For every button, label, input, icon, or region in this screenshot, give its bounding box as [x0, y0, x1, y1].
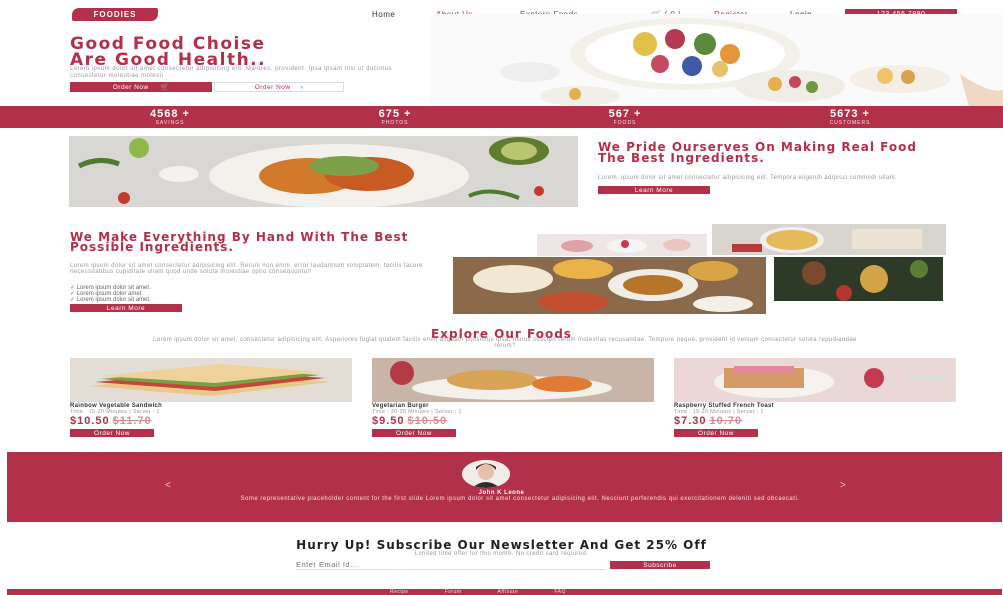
- price-old: $11.70: [112, 415, 152, 427]
- pride-learn-more-button[interactable]: Learn More: [598, 186, 710, 194]
- food-card-price: $10.50 $11.70: [70, 415, 152, 427]
- explore-text: Lorem ipsum dolor sit amet, consectetur …: [153, 337, 857, 349]
- food-card-image-sandwich: [70, 358, 352, 402]
- pride-food-image: [69, 136, 578, 207]
- avatar: [462, 460, 510, 488]
- hero-title: Good Food Choise Are Good Health..: [70, 36, 450, 69]
- footer-link[interactable]: Recipe: [390, 589, 409, 595]
- testimonial-quote: Some representative placeholder content …: [240, 496, 800, 502]
- stat-number: 675 +: [378, 108, 412, 120]
- subscribe-button[interactable]: Subscribe: [610, 561, 710, 569]
- stat-number: 567 +: [608, 108, 642, 120]
- list-item: Lorem ipsum dolor sit amet.: [70, 297, 151, 303]
- stat-foods: 567 + FOODS: [590, 108, 660, 126]
- hero-food-image: [430, 14, 1003, 110]
- food-card-price: $7.30 10.70: [674, 415, 742, 427]
- food-card: Rainbow Vegetable Sandwich Time : 15-20 …: [70, 358, 352, 440]
- stat-label: PHOTOS: [381, 120, 409, 126]
- stat-number: 4568 +: [150, 108, 190, 120]
- food-card-price: $9.50 $10.50: [372, 415, 447, 427]
- stat-number: 5673 +: [830, 108, 870, 120]
- food-card-order-button[interactable]: Order Now: [372, 429, 456, 437]
- logo[interactable]: FOODIES: [72, 8, 158, 21]
- hero-order-now-button[interactable]: Order Now 🛒: [70, 82, 212, 92]
- newsletter-title: Hurry Up! Subscribe Our Newsletter And G…: [296, 538, 707, 552]
- cart-icon: 🛒: [160, 84, 170, 91]
- hero-order-now-label: Order Now: [112, 83, 149, 91]
- stat-savings: 4568 + SAVINGS: [130, 108, 210, 126]
- price-current: $7.30: [674, 415, 707, 427]
- collage-image-pie: [712, 224, 946, 255]
- food-card-order-button[interactable]: Order Now: [70, 429, 154, 437]
- footer-link[interactable]: Forum: [445, 589, 462, 595]
- footer-link[interactable]: Affiliate: [498, 589, 519, 595]
- price-current: $10.50: [70, 415, 110, 427]
- pride-text: Lorem, ipsum dolor sit amet consectetur …: [598, 175, 898, 181]
- nav-home-link[interactable]: Home: [372, 10, 395, 19]
- food-card: Vegetarian Burger Time : 30-35 Minutes |…: [372, 358, 654, 440]
- handmade-learn-more-button[interactable]: Learn More: [70, 304, 182, 312]
- stat-label: SAVINGS: [155, 120, 185, 126]
- price-old: $10.50: [407, 415, 448, 427]
- email-field[interactable]: [296, 560, 606, 570]
- food-card-order-button[interactable]: Order Now: [674, 429, 758, 437]
- price-current: $9.50: [372, 415, 405, 427]
- stats-bar: 4568 + SAVINGS 675 + PHOTOS 567 + FOODS …: [0, 106, 1003, 128]
- handmade-title: We Make Everything By Hand With The Best…: [70, 230, 409, 254]
- stat-label: FOODS: [613, 120, 637, 126]
- handmade-text: Lorem ipsum dolor sit amet consectetur a…: [70, 263, 423, 275]
- pride-title: We Pride Ourserves On Making Real Food T…: [598, 140, 917, 165]
- price-old: 10.70: [709, 415, 743, 427]
- hero-order-now-secondary-button[interactable]: Order Now ›: [214, 82, 344, 92]
- newsletter-subtitle: Limited time offer for this month. No cr…: [414, 551, 589, 557]
- testimonial-carousel: [7, 452, 1002, 522]
- hero-order-now-2-label: Order Now: [254, 83, 291, 91]
- collage-image-platter: [453, 257, 766, 314]
- collage-image-desserts: [537, 234, 707, 256]
- handmade-checklist: Lorem ipsum dolor sit amet. Lorem ipsum …: [70, 285, 151, 303]
- stat-customers: 5673 + CUSTOMERS: [805, 108, 895, 126]
- arrow-right-icon: ›: [300, 83, 304, 91]
- food-card-image-burger: [372, 358, 654, 402]
- hero-subtitle: Lorem ipsum dolor sit amet consectetur a…: [70, 66, 392, 79]
- footer-links: Recipe Forum Affiliate FAQ: [390, 589, 566, 595]
- food-card: Raspberry Stuffed French Toast Time : 15…: [674, 358, 956, 440]
- collage-image-table: [774, 257, 943, 301]
- stat-photos: 675 + PHOTOS: [360, 108, 430, 126]
- food-card-image-french-toast: [674, 358, 956, 402]
- stat-label: CUSTOMERS: [829, 120, 871, 126]
- footer-link[interactable]: FAQ: [554, 589, 566, 595]
